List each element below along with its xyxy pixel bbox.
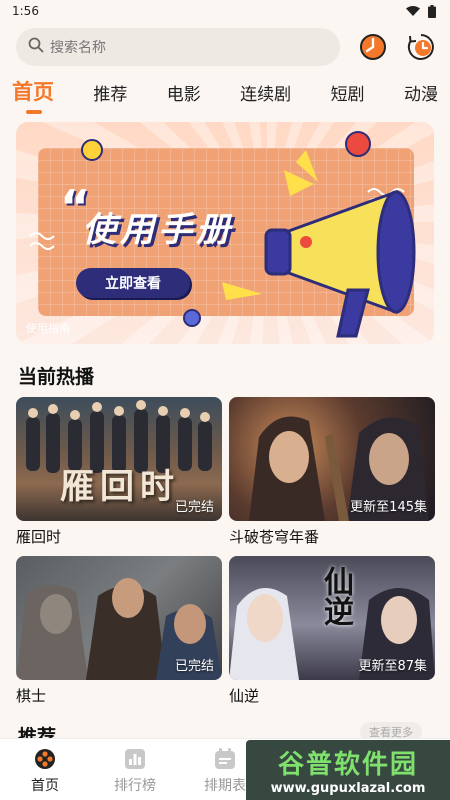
tab-anime[interactable]: 动漫 xyxy=(404,76,438,105)
calendar-icon xyxy=(215,748,235,769)
status-badge: 更新至145集 xyxy=(350,500,427,515)
history-clock-button[interactable] xyxy=(358,32,388,62)
download-clock-button[interactable] xyxy=(406,32,436,62)
watermark-brand: 谷普软件园 xyxy=(277,750,418,780)
tab-home[interactable]: 首页 xyxy=(12,76,54,114)
status-bar: 1:56 xyxy=(0,0,450,22)
status-icons xyxy=(406,4,436,18)
wifi-icon xyxy=(406,6,420,16)
status-badge: 已完结 xyxy=(174,500,214,515)
video-title: 雁回时 xyxy=(16,528,62,546)
tab-series[interactable]: 连续剧 xyxy=(240,76,291,105)
chart-icon xyxy=(125,749,145,769)
search-icon xyxy=(28,37,44,57)
watermark-logo: 谷普软件园 www.gupuxlazal.com xyxy=(246,740,450,800)
user-guide-banner[interactable]: “ 使用手册 立即查看 使用指南 xyxy=(16,122,434,344)
category-tabs: 首页 推荐 电影 连续剧 短剧 动漫 xyxy=(12,76,438,116)
video-title: 斗破苍穹年番 xyxy=(229,528,320,546)
banner-title: 使用手册 xyxy=(82,210,234,250)
search-placeholder: 搜索名称 xyxy=(50,40,106,56)
megaphone-icon xyxy=(264,189,416,338)
video-poster: 雁回时 已完结 xyxy=(16,397,222,521)
video-card[interactable]: 更新至145集 斗破苍穹年番 xyxy=(229,397,435,547)
section-title-hot: 当前热播 xyxy=(18,366,95,388)
banner-caption: 使用指南 xyxy=(26,322,70,335)
video-poster: 更新至145集 xyxy=(229,397,435,521)
video-card[interactable]: 雁回时 已完结 雁回时 xyxy=(16,397,222,547)
battery-icon xyxy=(428,4,436,18)
status-badge: 更新至87集 xyxy=(358,659,427,674)
poster-title-art: 仙逆 xyxy=(318,566,353,626)
poster-title-art: 雁回时 xyxy=(60,467,180,507)
tab-short-drama[interactable]: 短剧 xyxy=(331,76,365,105)
status-time: 1:56 xyxy=(12,4,39,18)
watermark-url: www.gupuxlazal.com xyxy=(270,781,426,796)
video-card[interactable]: 仙逆 更新至87集 仙逆 xyxy=(229,556,435,706)
search-input[interactable]: 搜索名称 xyxy=(16,28,340,66)
tab-recommend[interactable]: 推荐 xyxy=(93,76,127,105)
video-card[interactable]: 已完结 棋士 xyxy=(16,556,222,706)
history-clock-icon xyxy=(360,34,386,60)
nav-label: 排行榜 xyxy=(114,778,156,794)
home-film-icon xyxy=(35,749,55,769)
nav-label: 首页 xyxy=(31,778,59,794)
recent-clock-icon xyxy=(407,34,434,60)
nav-home[interactable]: 首页 xyxy=(0,739,90,800)
top-bar: 搜索名称 xyxy=(16,28,436,66)
video-poster: 仙逆 更新至87集 xyxy=(229,556,435,680)
video-poster: 已完结 xyxy=(16,556,222,680)
nav-label: 排期表 xyxy=(204,778,246,794)
status-badge: 已完结 xyxy=(174,659,214,674)
nav-ranking[interactable]: 排行榜 xyxy=(90,739,180,800)
tab-movies[interactable]: 电影 xyxy=(167,76,201,105)
video-title: 仙逆 xyxy=(229,687,260,705)
view-now-button[interactable]: 立即查看 xyxy=(76,268,190,298)
video-title: 棋士 xyxy=(16,687,47,705)
